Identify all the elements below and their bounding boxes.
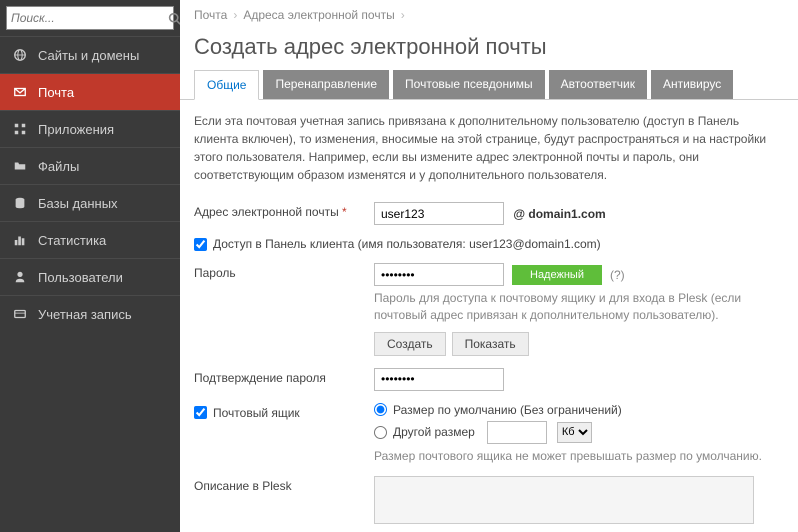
tabs: Общие Перенаправление Почтовые псевдоним… — [180, 70, 798, 100]
row-access: Доступ в Панель клиента (имя пользовател… — [194, 231, 784, 257]
generate-button[interactable]: Создать — [374, 332, 446, 356]
access-checkbox[interactable] — [194, 238, 207, 251]
nav-sites[interactable]: Сайты и домены — [0, 36, 180, 73]
row-description: Описание в Plesk Это описание видно всем… — [194, 470, 784, 532]
nav-label: Базы данных — [38, 196, 118, 211]
main: Почта › Адреса электронной почты › Созда… — [180, 0, 798, 532]
nav-label: Файлы — [38, 159, 79, 174]
breadcrumb-item[interactable]: Адреса электронной почты — [243, 8, 394, 22]
nav-stats[interactable]: Статистика — [0, 221, 180, 258]
tab-autoresponder[interactable]: Автоответчик — [549, 70, 647, 99]
search-box[interactable] — [6, 6, 174, 30]
show-button[interactable]: Показать — [452, 332, 529, 356]
search-input[interactable] — [11, 11, 168, 25]
unit-select[interactable]: Кб — [557, 422, 592, 443]
row-email: Адрес электронной почты * @ domain1.com — [194, 196, 784, 231]
globe-icon — [12, 47, 28, 63]
password-hint: Пароль для доступа к почтовому ящику и д… — [374, 290, 784, 324]
search-wrap — [0, 0, 180, 36]
nav-files[interactable]: Файлы — [0, 147, 180, 184]
label-mailbox: Почтовый ящик — [194, 403, 374, 420]
user-icon — [12, 269, 28, 285]
password-input[interactable] — [374, 263, 504, 286]
card-icon — [12, 306, 28, 322]
page-title: Создать адрес электронной почты — [180, 30, 798, 70]
label-description: Описание в Plesk — [194, 476, 374, 493]
nav-label: Пользователи — [38, 270, 123, 285]
chevron-right-icon: › — [401, 8, 405, 22]
description-textarea[interactable] — [374, 476, 754, 524]
tab-aliases[interactable]: Почтовые псевдонимы — [393, 70, 545, 99]
nav-label: Учетная запись — [38, 307, 132, 322]
stats-icon — [12, 232, 28, 248]
size-input[interactable] — [487, 421, 547, 444]
chevron-right-icon: › — [233, 8, 237, 22]
nav-label: Статистика — [38, 233, 106, 248]
tab-antivirus[interactable]: Антивирус — [651, 70, 733, 99]
breadcrumb: Почта › Адреса электронной почты › — [180, 0, 798, 30]
nav-label: Приложения — [38, 122, 114, 137]
help-icon[interactable]: (?) — [610, 268, 625, 282]
size-other-label: Другой размер — [393, 425, 475, 439]
email-input[interactable] — [374, 202, 504, 225]
confirm-password-input[interactable] — [374, 368, 504, 391]
row-mailbox: Почтовый ящик Размер по умолчанию (Без о… — [194, 397, 784, 471]
tab-forwarding[interactable]: Перенаправление — [263, 70, 389, 99]
row-password: Пароль Надежный (?) Пароль для доступа к… — [194, 257, 784, 362]
size-default-label: Размер по умолчанию (Без ограничений) — [393, 403, 622, 417]
nav-label: Почта — [38, 85, 74, 100]
mail-icon — [12, 84, 28, 100]
label-email: Адрес электронной почты * — [194, 202, 374, 219]
nav: Сайты и домены Почта Приложения Файлы Ба… — [0, 36, 180, 332]
tab-general[interactable]: Общие — [194, 70, 259, 100]
size-other-radio[interactable] — [374, 426, 387, 439]
label-password: Пароль — [194, 263, 374, 280]
nav-db[interactable]: Базы данных — [0, 184, 180, 221]
breadcrumb-item[interactable]: Почта — [194, 8, 227, 22]
apps-icon — [12, 121, 28, 137]
nav-users[interactable]: Пользователи — [0, 258, 180, 295]
database-icon — [12, 195, 28, 211]
folder-icon — [12, 158, 28, 174]
label-confirm: Подтверждение пароля — [194, 368, 374, 385]
row-confirm: Подтверждение пароля — [194, 362, 784, 397]
nav-account[interactable]: Учетная запись — [0, 295, 180, 332]
domain-suffix: @ domain1.com — [513, 207, 605, 221]
nav-apps[interactable]: Приложения — [0, 110, 180, 147]
password-strength: Надежный — [512, 265, 602, 285]
label-access: Доступ в Панель клиента (имя пользовател… — [213, 237, 601, 251]
nav-mail[interactable]: Почта — [0, 73, 180, 110]
sidebar: Сайты и домены Почта Приложения Файлы Ба… — [0, 0, 180, 532]
form: Адрес электронной почты * @ domain1.com … — [180, 196, 798, 532]
nav-label: Сайты и домены — [38, 48, 139, 63]
mailbox-checkbox[interactable] — [194, 406, 207, 419]
size-hint: Размер почтового ящика не может превышат… — [374, 448, 784, 465]
description-text: Если эта почтовая учетная запись привяза… — [180, 100, 798, 196]
size-default-radio[interactable] — [374, 403, 387, 416]
